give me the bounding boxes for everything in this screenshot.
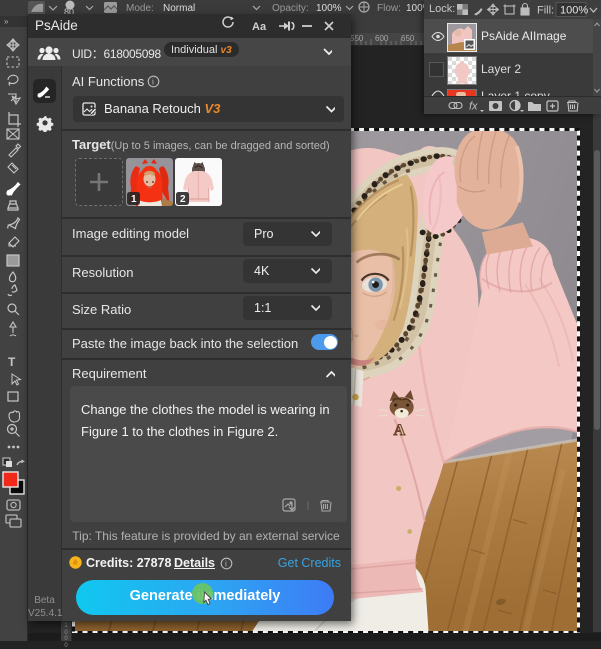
svg-text:i: i bbox=[225, 559, 227, 569]
svg-text:Fill:: Fill: bbox=[537, 5, 554, 17]
svg-text:i: i bbox=[152, 77, 154, 87]
svg-text:550: 550 bbox=[350, 34, 364, 43]
svg-text:Normal: Normal bbox=[163, 3, 195, 14]
svg-text:600: 600 bbox=[375, 34, 389, 43]
svg-text:100%: 100% bbox=[316, 3, 342, 14]
svg-text:A: A bbox=[394, 422, 406, 439]
svg-text:T: T bbox=[8, 355, 16, 369]
svg-text:650: 650 bbox=[401, 34, 415, 43]
svg-text:2: 2 bbox=[180, 194, 186, 205]
svg-text:Flow:: Flow: bbox=[377, 3, 401, 14]
svg-text:Opacity:: Opacity: bbox=[272, 3, 309, 14]
svg-text:100%: 100% bbox=[560, 5, 588, 17]
svg-text:Mode:: Mode: bbox=[126, 3, 154, 14]
svg-text:Aa: Aa bbox=[252, 21, 267, 33]
svg-text:fx: fx bbox=[469, 101, 478, 113]
svg-text:1: 1 bbox=[131, 194, 137, 205]
